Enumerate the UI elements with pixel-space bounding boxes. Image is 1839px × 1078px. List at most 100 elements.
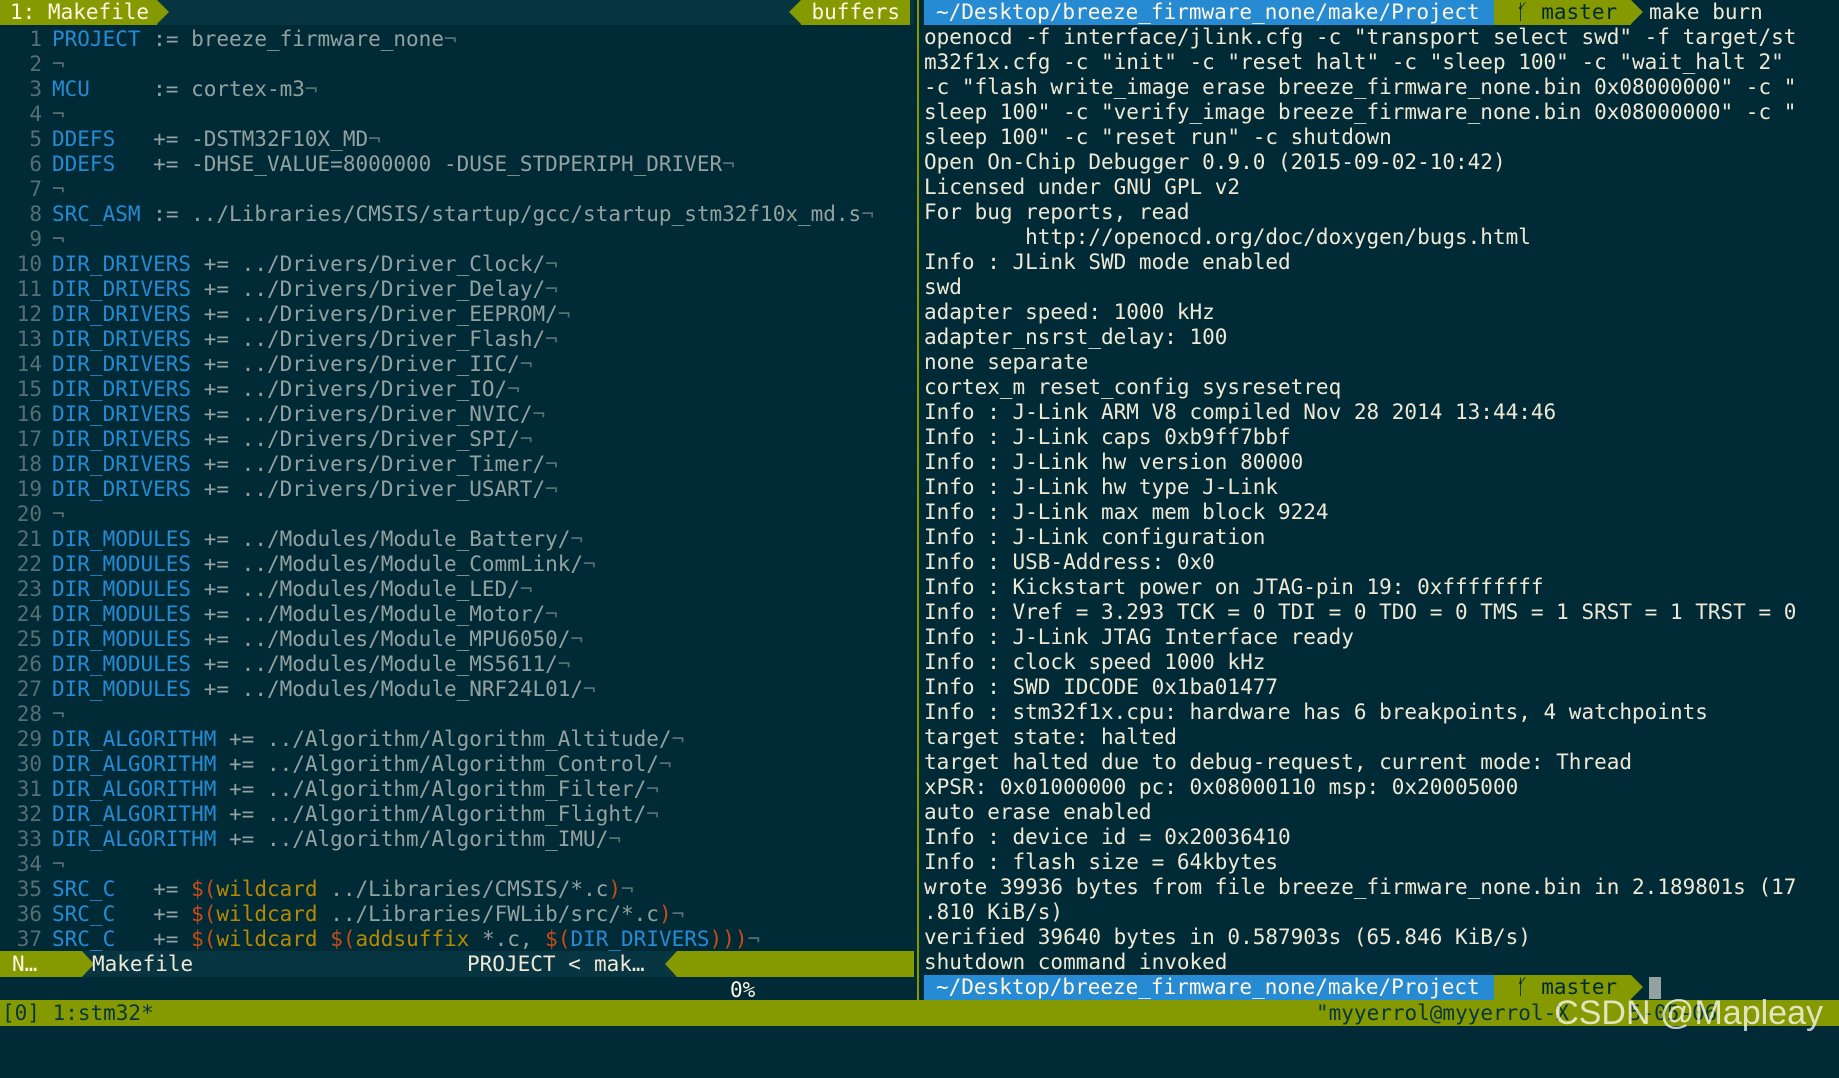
makefile-variable: MCU <box>52 77 90 101</box>
line-number: 22 <box>16 552 42 576</box>
tmux-window[interactable]: [0] 1:stm32* <box>2 1000 154 1026</box>
output-line: swd <box>924 275 962 299</box>
code-line[interactable]: 32 DIR_ALGORITHM += ../Algorithm/Algorith… <box>0 802 914 827</box>
code-line[interactable]: 8 SRC_ASM := ../Libraries/CMSIS/startup/g… <box>0 202 914 227</box>
mode-indicator: N… <box>0 951 94 977</box>
code-line[interactable]: 20 ¬ <box>0 502 914 527</box>
makefile-variable: DIR_MODULES <box>52 527 192 551</box>
output-line: Info : J-Link hw version 80000 <box>924 450 1304 474</box>
code-line[interactable]: 33 DIR_ALGORITHM += ../Algorithm/Algorith… <box>0 827 914 852</box>
code-line[interactable]: 9 ¬ <box>0 227 914 252</box>
code-line[interactable]: 12 DIR_DRIVERS += ../Drivers/Driver_EEPRO… <box>0 302 914 327</box>
code-line[interactable]: 22 DIR_MODULES += ../Modules/Module_CommL… <box>0 552 914 577</box>
line-number: 15 <box>16 377 42 401</box>
value-text <box>318 927 331 951</box>
vim-pane[interactable]: 1: Makefile buffers 1 PROJECT := breeze_f… <box>0 0 914 1000</box>
makefile-variable: DIR_ALGORITHM <box>52 752 217 776</box>
terminal-output[interactable]: ~/Desktop/breeze_firmware_none/make/Proj… <box>924 0 1838 1000</box>
code-line[interactable]: 4 ¬ <box>0 102 914 127</box>
pane-divider[interactable] <box>914 0 922 1000</box>
line-number: 37 <box>16 927 42 951</box>
line-number: 35 <box>16 877 42 901</box>
assign-operator: += <box>203 277 230 301</box>
output-line: target state: halted <box>924 725 1177 749</box>
code-line[interactable]: 13 DIR_DRIVERS += ../Drivers/Driver_Flash… <box>0 327 914 352</box>
value-text: ../Algorithm/Algorithm_IMU/ <box>254 827 609 851</box>
status-filetype: mak… <box>594 952 645 976</box>
code-line[interactable]: 3 MCU := cortex-m3¬ <box>0 77 914 102</box>
line-number: 13 <box>16 327 42 351</box>
output-line: verified 39640 bytes in 0.587903s (65.84… <box>924 925 1531 949</box>
assign-operator: += <box>153 127 179 151</box>
tab-makefile[interactable]: 1: Makefile <box>0 0 170 25</box>
output-line: Info : J-Link max mem block 9224 <box>924 500 1329 524</box>
value-text: ../Drivers/Driver_Timer/ <box>229 452 546 476</box>
code-line[interactable]: 5 DDEFS += -DSTM32F10X_MD¬ <box>0 127 914 152</box>
code-line[interactable]: 24 DIR_MODULES += ../Modules/Module_Motor… <box>0 602 914 627</box>
code-line[interactable]: 23 DIR_MODULES += ../Modules/Module_LED/¬ <box>0 577 914 602</box>
make-function: wildcard <box>216 902 318 926</box>
value-text: ../Drivers/Driver_IO/ <box>229 377 508 401</box>
line-number: 21 <box>16 527 42 551</box>
vim-editor[interactable]: 1 PROJECT := breeze_firmware_none¬ 2 ¬ 3 MCU … <box>0 27 914 952</box>
code-line[interactable]: 37 SRC_C += $(wildcard $(addsuffix *.c, $… <box>0 927 914 952</box>
code-line[interactable]: 1 PROJECT := breeze_firmware_none¬ <box>0 27 914 52</box>
code-line[interactable]: 26 DIR_MODULES += ../Modules/Module_MS561… <box>0 652 914 677</box>
shell-pane[interactable]: ~/Desktop/breeze_firmware_none/make/Proj… <box>922 0 1839 1000</box>
makefile-variable: PROJECT <box>52 27 141 51</box>
assign-operator: += <box>203 427 230 451</box>
make-expansion: $( <box>191 902 217 926</box>
code-line[interactable]: 16 DIR_DRIVERS += ../Drivers/Driver_NVIC/… <box>0 402 914 427</box>
code-line[interactable]: 17 DIR_DRIVERS += ../Drivers/Driver_SPI/¬ <box>0 427 914 452</box>
make-expansion: $( <box>330 927 356 951</box>
output-line: Info : J-Link JTAG Interface ready <box>924 625 1354 649</box>
code-line[interactable]: 30 DIR_ALGORITHM += ../Algorithm/Algorith… <box>0 752 914 777</box>
line-number: 6 <box>29 152 42 176</box>
output-line: http://openocd.org/doc/doxygen/bugs.html <box>924 225 1531 249</box>
line-number: 8 <box>29 202 42 226</box>
code-line[interactable]: 2 ¬ <box>0 52 914 77</box>
value-text: -DHSE_VALUE=8000000 -DUSE_STDPERIPH_DRIV… <box>178 152 723 176</box>
code-line[interactable]: 6 DDEFS += -DHSE_VALUE=8000000 -DUSE_STDP… <box>0 152 914 177</box>
code-line[interactable]: 15 DIR_DRIVERS += ../Drivers/Driver_IO/¬ <box>0 377 914 402</box>
makefile-variable: DIR_MODULES <box>52 652 192 676</box>
code-line[interactable]: 34 ¬ <box>0 852 914 877</box>
make-function: wildcard <box>216 927 318 951</box>
watermark: CSDN @Mapleay <box>1554 994 1823 1032</box>
code-line[interactable]: 29 DIR_ALGORITHM += ../Algorithm/Algorith… <box>0 727 914 752</box>
value-text: ../Drivers/Driver_NVIC/ <box>229 402 533 426</box>
code-line[interactable]: 31 DIR_ALGORITHM += ../Algorithm/Algorith… <box>0 777 914 802</box>
eol-marker: ¬ <box>722 152 735 176</box>
code-line[interactable]: 28 ¬ <box>0 702 914 727</box>
code-line[interactable]: 25 DIR_MODULES += ../Modules/Module_MPU60… <box>0 627 914 652</box>
eol-marker: ¬ <box>608 827 621 851</box>
eol-marker: ¬ <box>52 102 65 126</box>
code-line[interactable]: 18 DIR_DRIVERS += ../Drivers/Driver_Timer… <box>0 452 914 477</box>
line-number: 34 <box>16 852 42 876</box>
assign-operator: += <box>229 802 255 826</box>
make-function: wildcard <box>216 877 318 901</box>
code-line[interactable]: 27 DIR_MODULES += ../Modules/Module_NRF24… <box>0 677 914 702</box>
code-line[interactable]: 11 DIR_DRIVERS += ../Drivers/Driver_Delay… <box>0 277 914 302</box>
code-line[interactable]: 10 DIR_DRIVERS += ../Drivers/Driver_Clock… <box>0 252 914 277</box>
code-line[interactable]: 7 ¬ <box>0 177 914 202</box>
code-line[interactable]: 14 DIR_DRIVERS += ../Drivers/Driver_IIC/¬ <box>0 352 914 377</box>
code-line[interactable]: 35 SRC_C += $(wildcard ../Libraries/CMSIS… <box>0 877 914 902</box>
eol-marker: ¬ <box>646 777 659 801</box>
code-line[interactable]: 19 DIR_DRIVERS += ../Drivers/Driver_USART… <box>0 477 914 502</box>
eol-marker: ¬ <box>583 677 596 701</box>
make-expansion: ) <box>658 902 672 926</box>
code-line[interactable]: 21 DIR_MODULES += ../Modules/Module_Batte… <box>0 527 914 552</box>
makefile-variable: SRC_C <box>52 902 116 926</box>
code-line[interactable]: 36 SRC_C += $(wildcard ../Libraries/FWLib… <box>0 902 914 927</box>
line-number: 33 <box>16 827 42 851</box>
value-text: ../Algorithm/Algorithm_Flight/ <box>254 802 647 826</box>
buffers-indicator[interactable]: buffers <box>789 0 910 25</box>
